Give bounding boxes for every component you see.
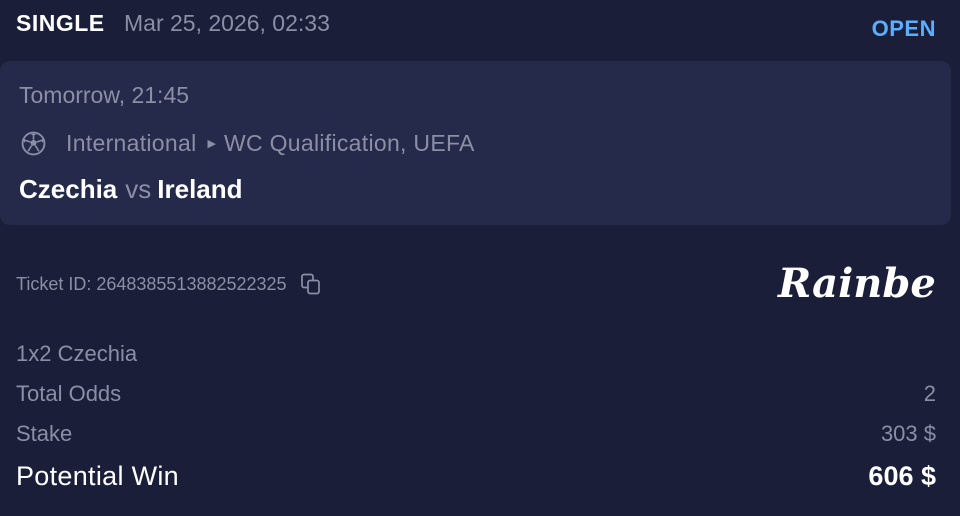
- ticket-id-row: Ticket ID: 2648385513882522325: [16, 270, 323, 298]
- league-breadcrumb: International ▶ WC Qualification, UEFA: [21, 128, 475, 158]
- event-card[interactable]: Tomorrow, 21:45 International ▶ WC Quali…: [0, 61, 951, 225]
- stake-row: Stake 303 $: [16, 421, 936, 453]
- ticket-id-label: Ticket ID:: [16, 273, 92, 294]
- away-team: Ireland: [157, 174, 243, 204]
- bet-date: Mar 25, 2026, 02:33: [124, 10, 330, 36]
- match-teams: Czechia vs Ireland: [19, 174, 243, 205]
- selection-label: 1x2 Czechia: [16, 341, 138, 366]
- potential-win-row: Potential Win 606 $: [16, 461, 936, 493]
- soccer-ball-icon: [21, 131, 46, 156]
- potential-win-label: Potential Win: [16, 461, 179, 491]
- ticket-id-value: 2648385513882522325: [96, 273, 287, 294]
- event-time: Tomorrow, 21:45: [19, 82, 190, 108]
- potential-win-value: 606 $: [868, 461, 936, 491]
- bet-header: SINGLE Mar 25, 2026, 02:33 OPEN: [16, 6, 936, 42]
- home-team: Czechia: [19, 174, 118, 204]
- stake-label: Stake: [16, 421, 73, 446]
- league-category[interactable]: International: [66, 130, 197, 157]
- rainbet-logo: Rainbet: [776, 258, 955, 310]
- caret-right-icon: ▶: [207, 137, 216, 150]
- total-odds-label: Total Odds: [16, 381, 122, 406]
- stake-value: 303 $: [880, 421, 936, 446]
- total-odds-value: 2: [923, 381, 936, 406]
- vs-label: vs: [125, 174, 152, 204]
- copy-icon[interactable]: [299, 272, 323, 296]
- selection-row: 1x2 Czechia: [16, 341, 936, 373]
- bet-type-label: SINGLE: [16, 10, 105, 36]
- rainbet-logo-text: Rainbet: [777, 260, 936, 307]
- total-odds-row: Total Odds 2: [16, 381, 936, 413]
- status-badge: OPEN: [871, 16, 936, 41]
- league-name[interactable]: WC Qualification, UEFA: [224, 130, 475, 157]
